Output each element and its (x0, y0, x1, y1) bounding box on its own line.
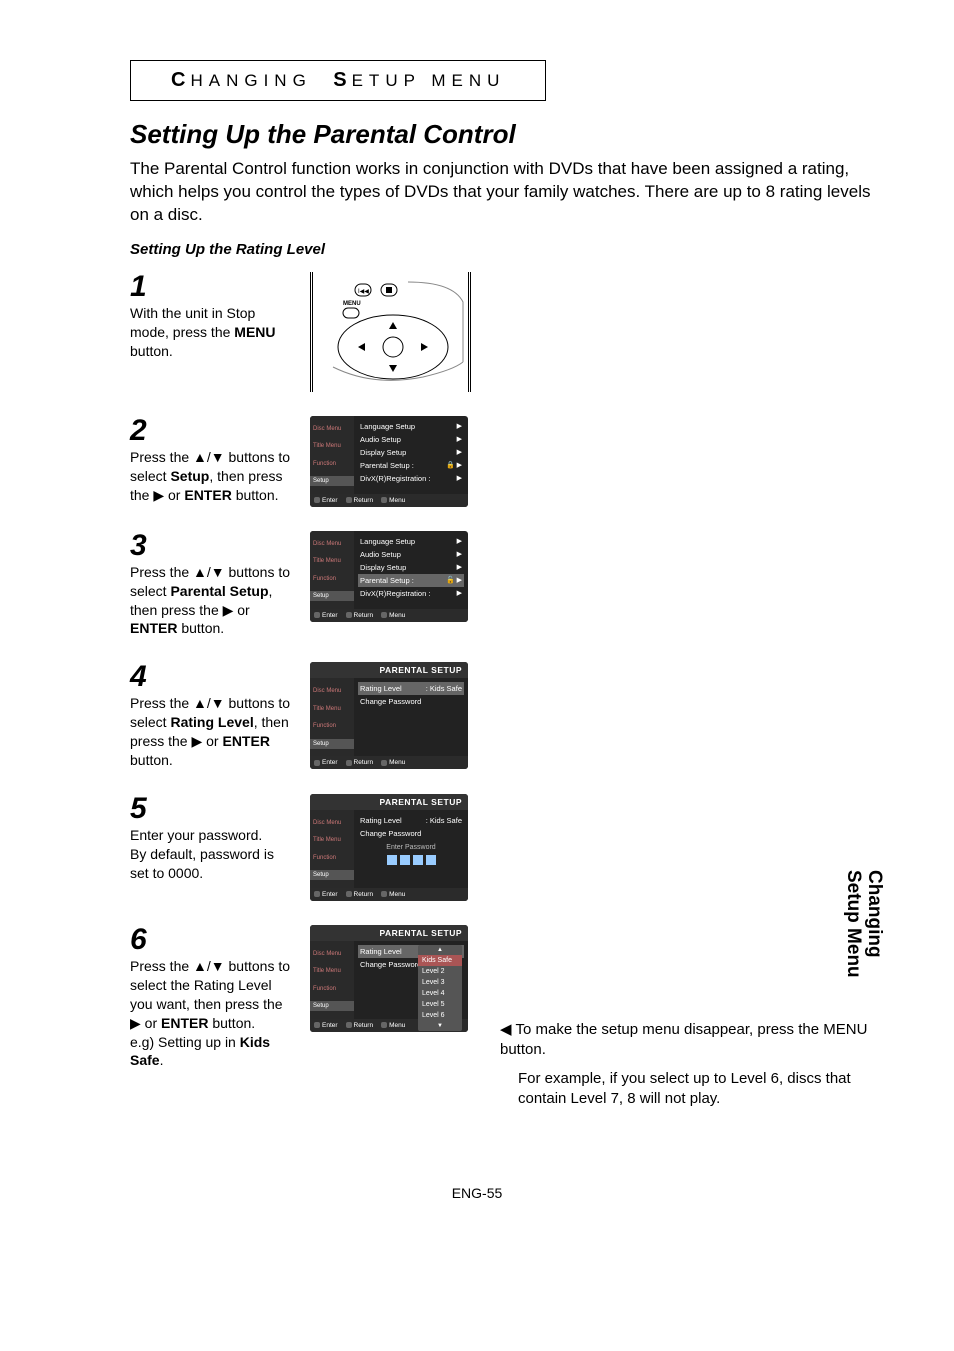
step-number: 6 (130, 925, 290, 955)
step-text: Press the ▲/▼ buttons to select Parental… (130, 563, 290, 639)
step-text: With the unit in Stop mode, press the ME… (130, 304, 290, 361)
triangle-icon: ▶ (500, 1020, 512, 1040)
step-number: 1 (130, 272, 290, 302)
step-4: 4 Press the ▲/▼ buttons to select Rating… (130, 662, 894, 770)
step-number: 5 (130, 794, 290, 824)
osd-screenshot-setup: Disc Menu Title Menu Function Setup Lang… (310, 416, 468, 507)
intro-text: The Parental Control function works in c… (130, 158, 890, 227)
section-banner: CHANGING SETUP MENU (130, 60, 546, 101)
subheading: Setting Up the Rating Level (130, 241, 894, 258)
remote-illustration: I◀◀ MENU (310, 272, 471, 392)
step-text: Enter your password. By default, passwor… (130, 826, 290, 883)
side-note: ▶To make the setup menu disappear, press… (500, 1020, 870, 1109)
osd-screenshot-parental-hl: Disc Menu Title Menu Function Setup Lang… (310, 531, 468, 622)
step-text: Press the ▲/▼ buttons to select the Rati… (130, 957, 290, 1070)
password-boxes (358, 855, 464, 865)
step-number: 3 (130, 531, 290, 561)
osd-screenshot-level-select: PARENTAL SETUP Disc Menu Title Menu Func… (310, 925, 468, 1032)
step-text: Press the ▲/▼ buttons to select Rating L… (130, 694, 290, 770)
svg-text:I◀◀: I◀◀ (358, 289, 369, 295)
osd-screenshot-rating-level: PARENTAL SETUP Disc Menu Title Menu Func… (310, 662, 468, 769)
side-tab: ChangingSetup Menu (842, 870, 884, 978)
step-number: 2 (130, 416, 290, 446)
step-number: 4 (130, 662, 290, 692)
step-2: 2 Press the ▲/▼ buttons to select Setup,… (130, 416, 894, 507)
page-title: Setting Up the Parental Control (130, 119, 894, 150)
step-5: 5 Enter your password. By default, passw… (130, 794, 894, 901)
page-number: ENG-55 (0, 1185, 954, 1201)
level-dropdown: ▲ Kids Safe Level 2 Level 3 Level 4 Leve… (418, 945, 462, 1031)
osd-screenshot-password: PARENTAL SETUP Disc Menu Title Menu Func… (310, 794, 468, 901)
step-3: 3 Press the ▲/▼ buttons to select Parent… (130, 531, 894, 639)
step-text: Press the ▲/▼ buttons to select Setup, t… (130, 448, 290, 505)
step-1: 1 With the unit in Stop mode, press the … (130, 272, 894, 392)
svg-text:MENU: MENU (343, 301, 361, 307)
